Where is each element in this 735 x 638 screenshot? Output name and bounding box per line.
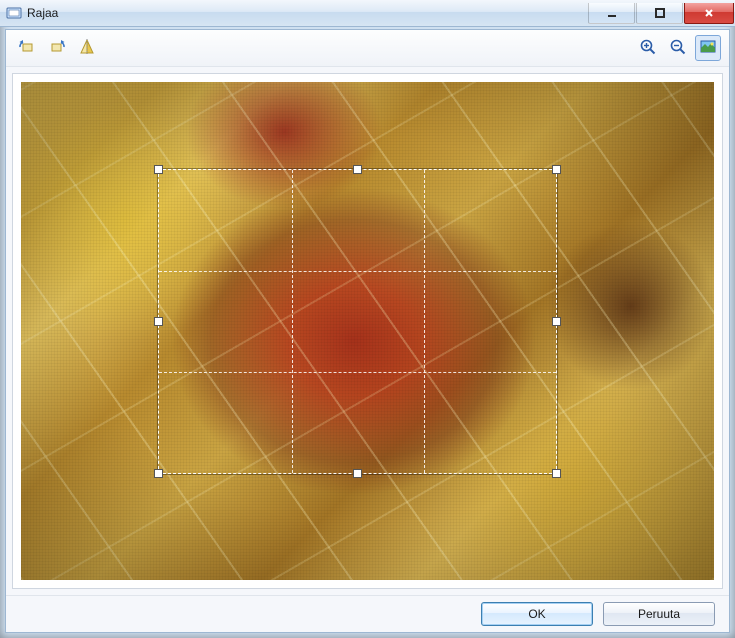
crop-handle-n[interactable]	[353, 165, 362, 174]
maximize-button[interactable]	[636, 3, 683, 24]
flip-horizontal-icon	[78, 38, 96, 59]
rotate-right-icon	[48, 38, 66, 59]
crop-handle-se[interactable]	[552, 469, 561, 478]
zoom-out-icon	[669, 38, 687, 59]
rule-of-thirds-grid	[159, 170, 556, 473]
window-title: Rajaa	[27, 6, 58, 20]
ok-button[interactable]: OK	[481, 602, 593, 626]
fit-to-screen-button[interactable]	[695, 35, 721, 61]
fit-to-screen-icon	[699, 38, 717, 59]
app-icon	[6, 5, 22, 21]
zoom-out-button[interactable]	[665, 35, 691, 61]
cancel-button[interactable]: Peruuta	[603, 602, 715, 626]
crop-handle-ne[interactable]	[552, 165, 561, 174]
toolbar	[6, 30, 729, 67]
rotate-left-icon	[18, 38, 36, 59]
close-button[interactable]	[684, 3, 734, 24]
crop-handle-w[interactable]	[154, 317, 163, 326]
zoom-in-icon	[639, 38, 657, 59]
crop-handle-sw[interactable]	[154, 469, 163, 478]
crop-handle-e[interactable]	[552, 317, 561, 326]
dialog-client-area: OK Peruuta	[5, 29, 730, 633]
crop-rectangle[interactable]	[158, 169, 557, 474]
window-control-buttons	[587, 3, 734, 23]
image-canvas[interactable]	[12, 73, 723, 589]
flip-horizontal-button[interactable]	[74, 35, 100, 61]
minimize-button[interactable]	[588, 3, 635, 24]
rotate-left-button[interactable]	[14, 35, 40, 61]
rotate-right-button[interactable]	[44, 35, 70, 61]
zoom-in-button[interactable]	[635, 35, 661, 61]
cancel-button-label: Peruuta	[638, 607, 680, 621]
dialog-footer: OK Peruuta	[6, 595, 729, 632]
titlebar[interactable]: Rajaa	[0, 0, 735, 27]
crop-handle-s[interactable]	[353, 469, 362, 478]
crop-handle-nw[interactable]	[154, 165, 163, 174]
crop-dialog-window: Rajaa	[0, 0, 735, 638]
ok-button-label: OK	[528, 607, 545, 621]
